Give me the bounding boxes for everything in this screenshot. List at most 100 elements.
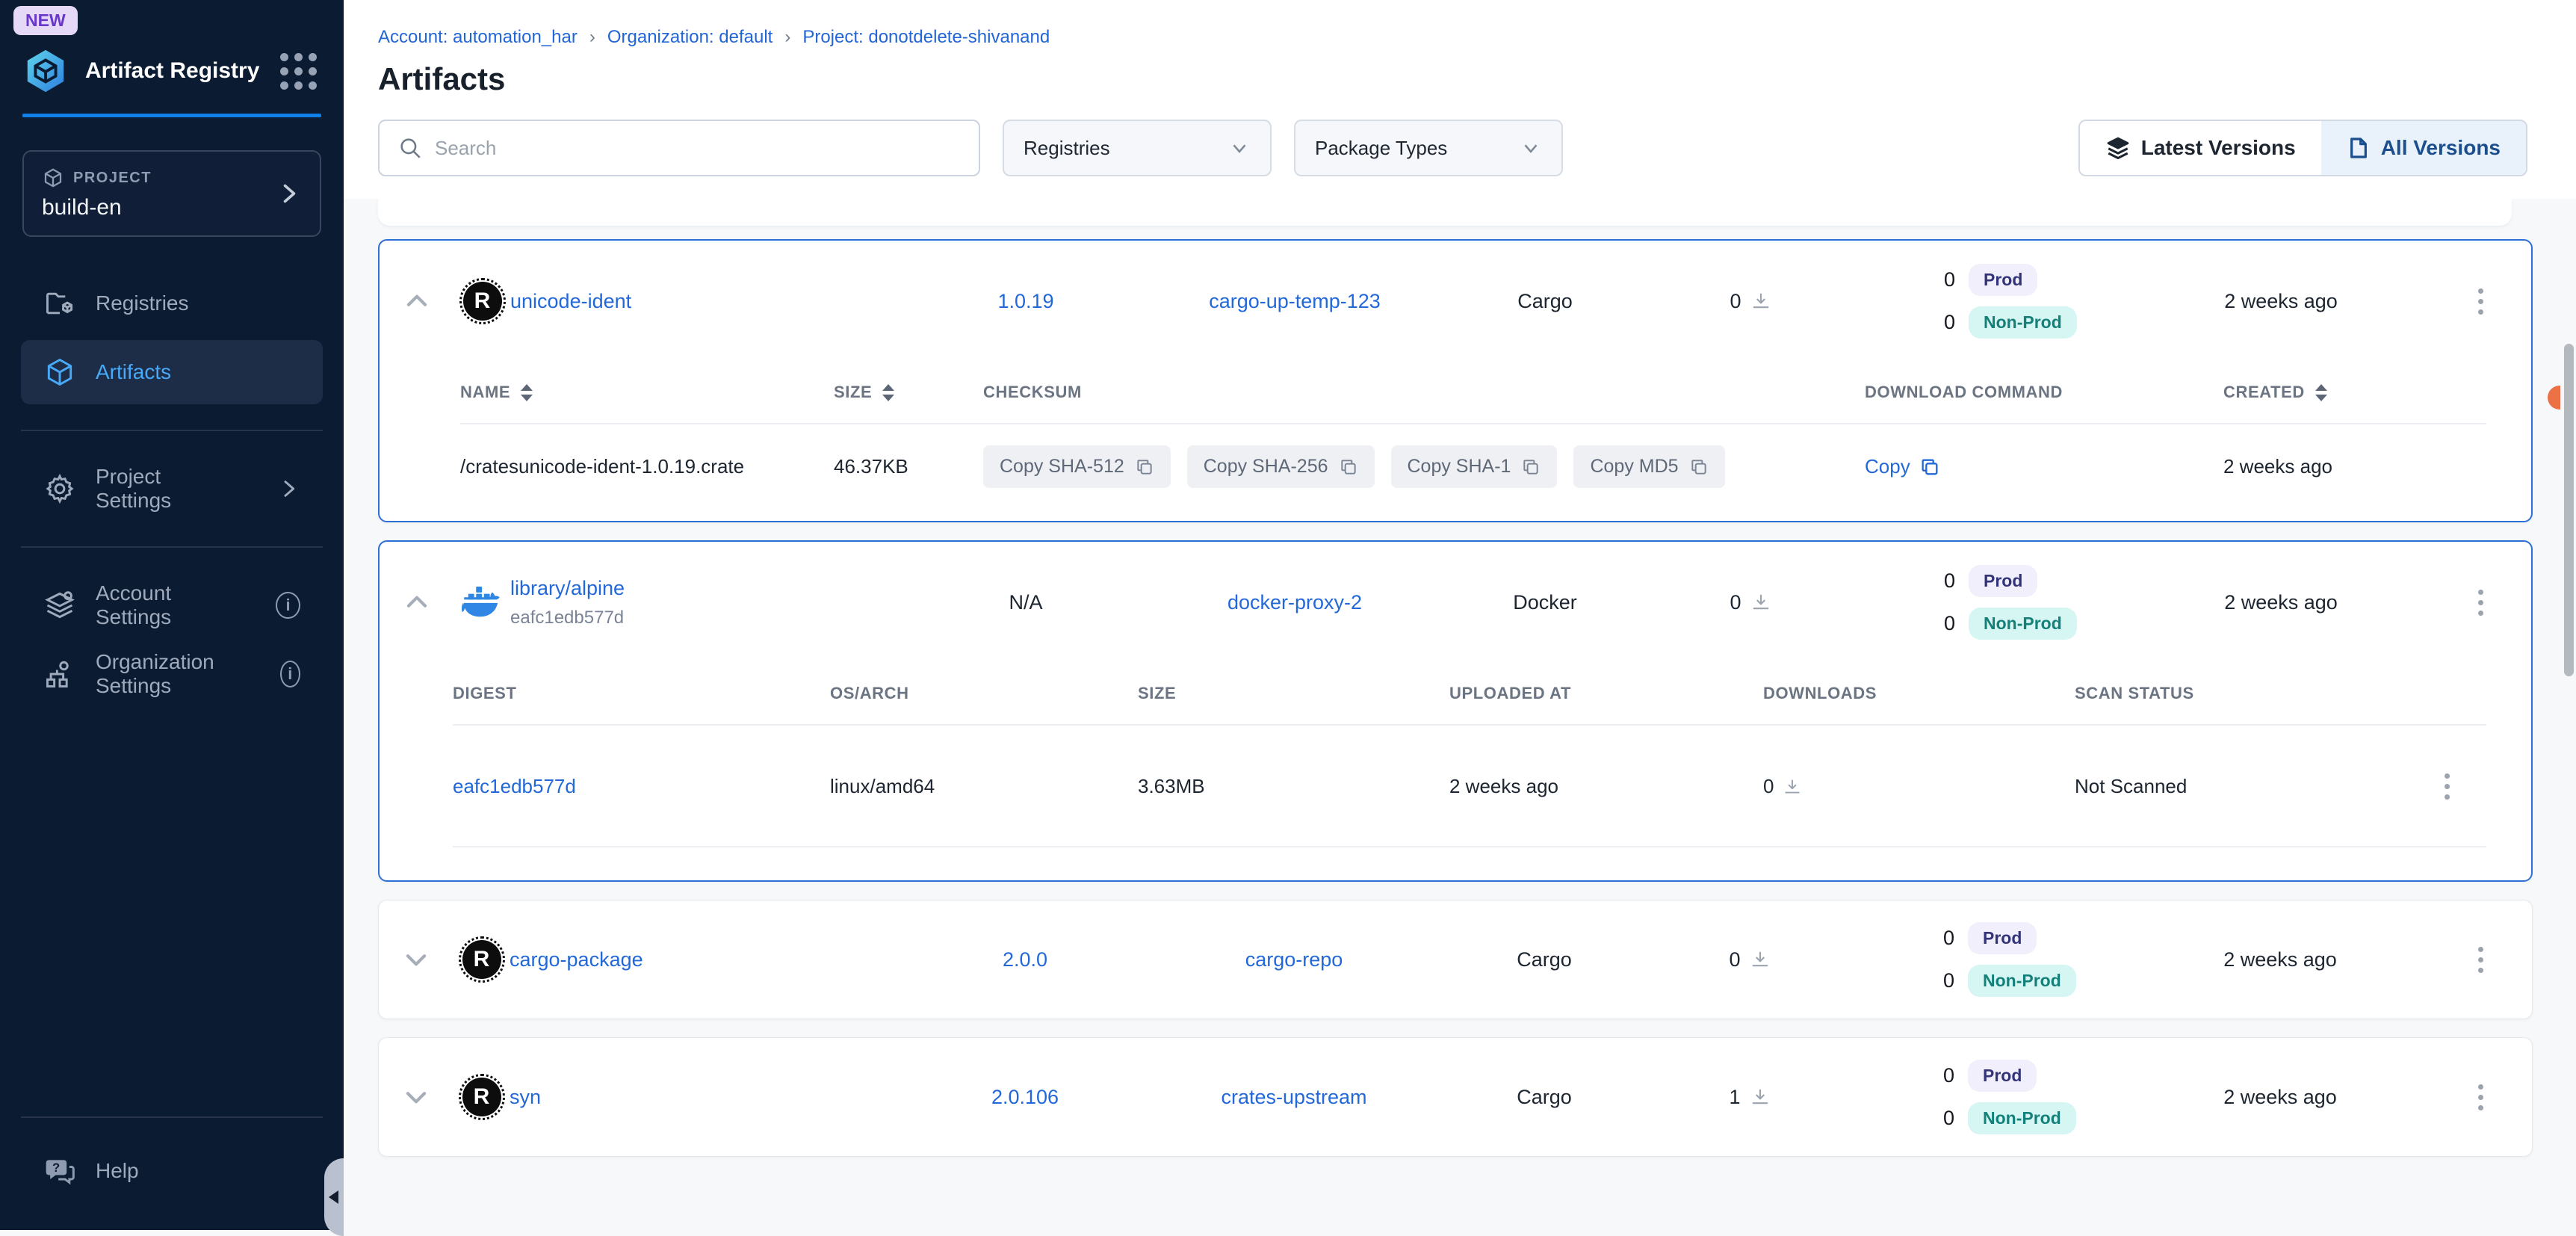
artifact-downloads-count: 0 (1729, 948, 1740, 971)
breadcrumb: Account: automation_har › Organization: … (378, 27, 2527, 48)
artifact-name-link[interactable]: cargo-package (510, 948, 643, 971)
copy-sha512-button[interactable]: Copy SHA-512 (983, 445, 1171, 488)
artifact-version-link[interactable]: 2.0.0 (1003, 948, 1047, 971)
breadcrumb-account-link[interactable]: Account: automation_har (378, 27, 578, 48)
table-divider (460, 423, 2486, 424)
manifest-osarch: linux/amd64 (830, 775, 1138, 798)
search-box (378, 120, 980, 176)
artifact-updated: 2 weeks ago (2131, 1086, 2430, 1109)
kebab-menu-icon[interactable] (2407, 766, 2486, 807)
cargo-rust-icon: R (453, 940, 510, 979)
sidebar-item-organization-settings[interactable]: Organization Settings i (21, 642, 323, 706)
cargo-rust-icon: R (453, 1078, 510, 1116)
prod-count: 0 (1937, 268, 1955, 291)
kebab-menu-icon[interactable] (2430, 582, 2531, 623)
artifact-type: Cargo (1451, 948, 1638, 971)
sidebar-collapse-handle[interactable] (324, 1158, 344, 1236)
sidebar-item-registries[interactable]: Registries (21, 271, 323, 336)
artifact-registry-link[interactable]: cargo-repo (1245, 948, 1343, 971)
breadcrumb-org-link[interactable]: Organization: default (607, 27, 773, 48)
artifact-card-cargo-package: R cargo-package 2.0.0 cargo-repo Cargo 0… (378, 900, 2533, 1019)
sidebar: NEW Artifact Registry (0, 0, 344, 1230)
collapse-chevron-up-icon[interactable] (380, 287, 454, 315)
nonprod-badge: Non-Prod (1968, 1102, 2076, 1134)
info-icon[interactable]: i (280, 661, 300, 687)
page-header: Account: automation_har › Organization: … (344, 0, 2576, 97)
file-row: /cratesunicode-ident-1.0.19.crate 46.37K… (460, 445, 2486, 488)
artifact-type: Cargo (1452, 290, 1638, 313)
sort-icon[interactable] (521, 384, 533, 401)
manifest-subtable: DIGEST OS/ARCH SIZE UPLOADED AT DOWNLOAD… (380, 654, 2531, 880)
digest-link[interactable]: eafc1edb577d (453, 775, 576, 797)
expand-chevron-down-icon[interactable] (379, 945, 453, 974)
column-header-download-command: DOWNLOAD COMMAND (1865, 383, 2223, 402)
artifact-registry-link[interactable]: docker-proxy-2 (1227, 591, 1362, 614)
registries-folder-icon (43, 287, 76, 320)
sidebar-item-account-settings[interactable]: Account Settings i (21, 573, 323, 637)
artifact-version-link[interactable]: 1.0.19 (997, 290, 1053, 312)
column-header-digest: DIGEST (453, 684, 830, 703)
breadcrumb-project-link[interactable]: Project: donotdelete-shivanand (802, 27, 1050, 48)
layers-icon (2105, 135, 2131, 161)
sidebar-item-artifacts[interactable]: Artifacts (21, 340, 323, 404)
kebab-menu-icon[interactable] (2430, 1077, 2532, 1118)
help-chat-icon: ? (43, 1155, 76, 1187)
project-selector[interactable]: PROJECT build-en (22, 150, 321, 237)
files-subtable: NAME SIZE CHECKSUM DOWNLOAD COMMAND CREA… (380, 353, 2531, 521)
sidebar-item-project-settings[interactable]: Project Settings (21, 457, 323, 521)
artifact-registry-link[interactable]: crates-upstream (1221, 1086, 1366, 1108)
kebab-menu-icon[interactable] (2430, 281, 2531, 322)
copy-sha256-button[interactable]: Copy SHA-256 (1187, 445, 1375, 488)
column-header-downloads: DOWNLOADS (1763, 684, 2075, 703)
file-created: 2 weeks ago (2223, 455, 2486, 478)
nonprod-count: 0 (1936, 969, 1954, 992)
artifact-registry-logo-icon (22, 48, 69, 94)
app-title: Artifact Registry (85, 58, 264, 84)
prod-badge: Prod (1968, 922, 2037, 954)
package-types-filter-label: Package Types (1315, 137, 1520, 160)
sidebar-item-label: Artifacts (96, 360, 171, 384)
artifact-row: R cargo-package 2.0.0 cargo-repo Cargo 0… (379, 900, 2532, 1019)
all-versions-toggle[interactable]: All Versions (2321, 121, 2526, 175)
artifact-name-link[interactable]: syn (510, 1086, 541, 1108)
copy-sha1-button[interactable]: Copy SHA-1 (1391, 445, 1558, 488)
download-icon (1750, 592, 1771, 613)
download-icon (1750, 291, 1771, 312)
nonprod-count: 0 (1937, 311, 1955, 334)
sidebar-item-label: Organization Settings (96, 650, 241, 698)
artifact-name-link[interactable]: library/alpine (510, 577, 625, 599)
sidebar-divider (21, 1116, 323, 1118)
artifact-version-link[interactable]: 2.0.106 (991, 1086, 1059, 1108)
nonprod-count: 0 (1936, 1107, 1954, 1130)
copy-icon (1919, 457, 1940, 478)
artifact-name-link[interactable]: unicode-ident (510, 290, 631, 312)
artifact-updated: 2 weeks ago (2131, 948, 2430, 971)
app-switcher-grid-icon[interactable] (280, 53, 317, 90)
collapse-chevron-up-icon[interactable] (380, 588, 454, 617)
copy-icon (1521, 457, 1541, 477)
copy-md5-button[interactable]: Copy MD5 (1573, 445, 1724, 488)
kebab-menu-icon[interactable] (2430, 939, 2532, 980)
search-icon (397, 135, 423, 161)
artifact-registry-link[interactable]: cargo-up-temp-123 (1209, 290, 1381, 312)
download-icon (1750, 949, 1771, 970)
latest-versions-toggle[interactable]: Latest Versions (2080, 121, 2321, 175)
artifact-card-library-alpine: library/alpine eafc1edb577d N/A docker-p… (378, 540, 2533, 882)
registries-filter-label: Registries (1024, 137, 1228, 160)
project-cube-icon (42, 167, 64, 189)
sidebar-item-help[interactable]: ? Help (21, 1139, 323, 1203)
package-types-filter-dropdown[interactable]: Package Types (1294, 120, 1563, 176)
registries-filter-dropdown[interactable]: Registries (1003, 120, 1272, 176)
search-input[interactable] (435, 137, 961, 160)
prod-count: 0 (1936, 1064, 1954, 1087)
download-icon (1783, 777, 1802, 797)
info-icon[interactable]: i (276, 592, 300, 619)
file-name: /cratesunicode-ident-1.0.19.crate (460, 455, 834, 478)
nonprod-badge: Non-Prod (1968, 965, 2076, 997)
vertical-scrollbar[interactable] (2564, 344, 2574, 676)
sort-icon[interactable] (882, 384, 894, 401)
copy-download-command-button[interactable]: Copy (1865, 455, 2223, 478)
filters-toolbar: Registries Package Types (344, 97, 2576, 199)
expand-chevron-down-icon[interactable] (379, 1083, 453, 1111)
sort-icon[interactable] (2315, 384, 2327, 401)
